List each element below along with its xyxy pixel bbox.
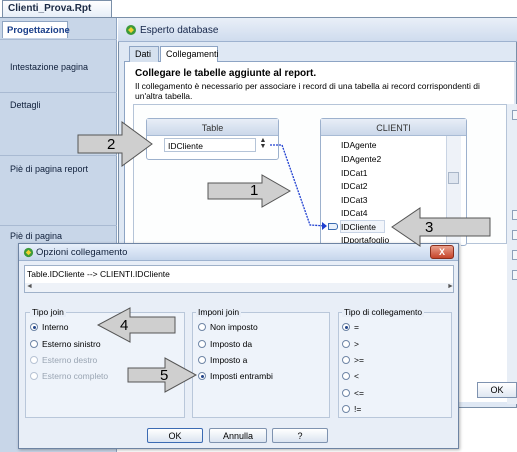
annotation-label-4: 4	[120, 317, 129, 334]
annotation-label-2: 2	[107, 136, 116, 153]
annotation-arrow-1	[207, 174, 292, 208]
annotation-arrow-3	[391, 207, 491, 247]
annotation-label-1: 1	[250, 182, 259, 199]
annotation-label-5: 5	[160, 367, 169, 384]
annotation-arrow-4	[96, 307, 176, 343]
annotation-label-3: 3	[425, 219, 434, 236]
annotation-layer	[77, 121, 491, 393]
